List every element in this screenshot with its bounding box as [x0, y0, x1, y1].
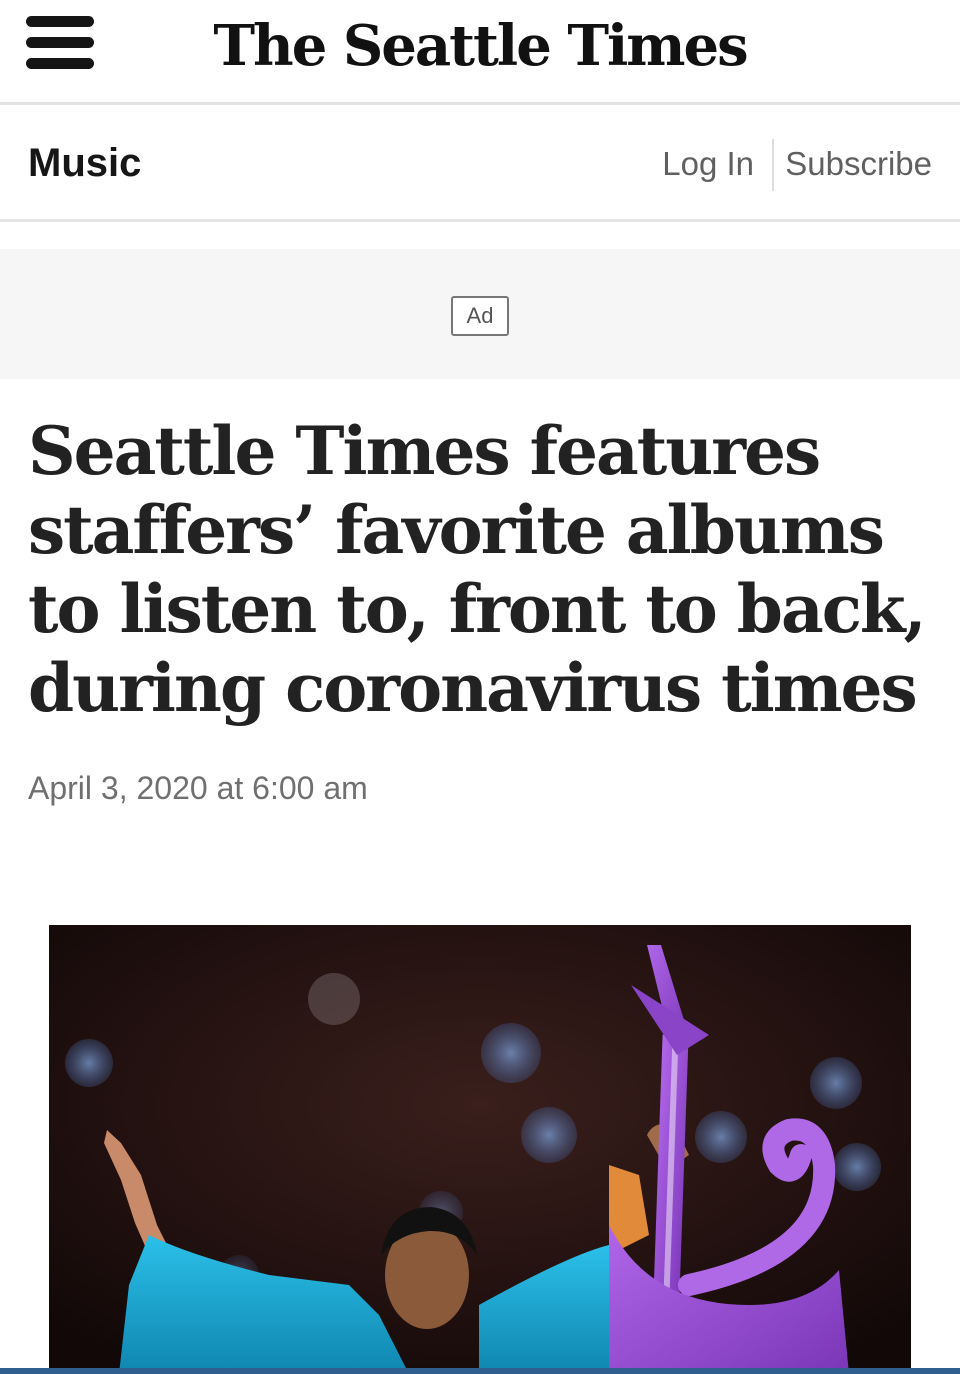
- bottom-toolbar-edge: [0, 1368, 960, 1374]
- log-in-link[interactable]: Log In: [662, 145, 754, 183]
- article-dateline: April 3, 2020 at 6:00 am: [28, 770, 368, 806]
- subscribe-link[interactable]: Subscribe: [785, 145, 932, 183]
- article-lead-photo[interactable]: [49, 925, 911, 1374]
- ad-label: Ad: [451, 296, 509, 336]
- top-navigation-bar: The Seattle Times: [0, 0, 960, 105]
- divider: [772, 139, 774, 191]
- article-headline: Seattle Times features staffers’ favorit…: [28, 412, 927, 727]
- section-title[interactable]: Music: [28, 141, 141, 186]
- ad-slot: Ad: [0, 249, 960, 379]
- masthead-logo[interactable]: The Seattle Times: [0, 10, 960, 82]
- section-bar: Music Log In Subscribe: [0, 105, 960, 222]
